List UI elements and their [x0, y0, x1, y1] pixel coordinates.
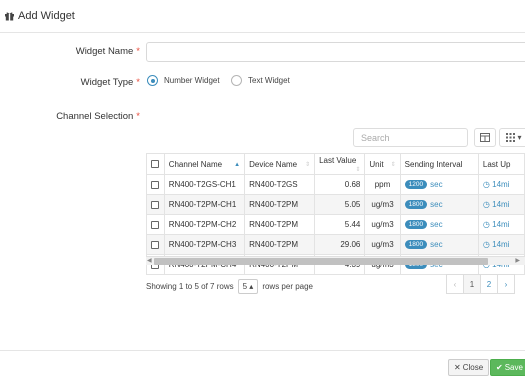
column-header-sending-interval[interactable]: Sending Interval: [399, 153, 479, 175]
channel-name-cell: RN400-T2PM-CH3: [163, 234, 246, 255]
row-checkbox[interactable]: [151, 180, 159, 189]
next-page-button[interactable]: ›: [497, 274, 515, 294]
table-row[interactable]: RN400-T2GS-CH1 RN400-T2GS 0.68 ppm 1200 sec ◷ …: [146, 174, 525, 195]
clock-icon: ◷: [482, 200, 490, 209]
interval-badge: 1800: [404, 220, 428, 230]
interval-badge: 1200: [404, 180, 428, 190]
sending-interval-cell: 1800sec: [399, 194, 479, 215]
caret-down-icon: ▾: [517, 133, 522, 142]
row-select-cell[interactable]: [146, 194, 165, 215]
row-select-cell[interactable]: [146, 234, 165, 255]
column-header-last-value[interactable]: Last Value ⇕: [314, 153, 366, 175]
page-size-dropdown[interactable]: 5 ▴: [237, 279, 259, 294]
page-2-button[interactable]: 2: [480, 274, 498, 294]
last-value-cell: 5.05: [314, 194, 366, 215]
text-widget-radio[interactable]: Text Widget: [231, 75, 290, 86]
columns-icon: [480, 133, 490, 142]
unit-cell: ppm: [364, 174, 401, 195]
close-button[interactable]: ✕ Close: [448, 359, 490, 376]
sort-asc-icon: ▲: [234, 161, 241, 168]
scroll-thumb[interactable]: [154, 258, 488, 265]
column-header-channel-name[interactable]: Channel Name ▲: [163, 153, 246, 175]
table-row[interactable]: RN400-T2PM-CH3 RN400-T2PM 29.06 ug/m3 1800 se…: [146, 234, 525, 255]
sort-icon: ⇕: [305, 161, 311, 168]
modal-footer: ✕ Close ✔ Save: [0, 350, 525, 382]
channel-selection-label: Channel Selection *: [56, 111, 140, 122]
row-select-cell[interactable]: [146, 174, 165, 195]
scroll-right-arrow-icon[interactable]: ▶: [515, 257, 520, 264]
radio-checked-icon[interactable]: [147, 75, 158, 86]
last-value-cell: 0.68: [314, 174, 366, 195]
clock-icon: ◷: [482, 220, 490, 229]
row-checkbox[interactable]: [151, 220, 159, 229]
check-icon: ✔: [496, 363, 503, 372]
grid-menu-button[interactable]: ▾: [499, 128, 525, 147]
gift-icon: [4, 11, 15, 21]
sort-icon: ⇕: [355, 166, 361, 173]
page-1-button[interactable]: 1: [463, 274, 481, 294]
close-icon: ✕: [454, 363, 461, 372]
unit-cell: ug/m3: [364, 214, 401, 235]
modal-title: Add Widget: [18, 10, 75, 22]
widget-name-input[interactable]: [146, 42, 525, 62]
table-header-row: Channel Name ▲ Device Name ⇕ Last Value ⇕ U…: [146, 153, 525, 175]
device-name-cell: RN400-T2PM: [244, 234, 316, 255]
pagination-info: Showing 1 to 5 of 7 rows 5 ▴ rows per pa…: [146, 279, 313, 294]
last-value-cell: 29.06: [314, 234, 366, 255]
last-update-cell: ◷ 14mi: [477, 194, 525, 215]
channel-name-cell: RN400-T2PM-CH2: [163, 214, 246, 235]
channel-name-cell: RN400-T2GS-CH1: [163, 174, 246, 195]
last-update-cell: ◷ 14mi: [477, 234, 525, 255]
device-name-cell: RN400-T2PM: [244, 194, 316, 215]
widget-name-label: Widget Name *: [75, 46, 140, 57]
sort-icon: ⇕: [390, 161, 396, 168]
columns-toggle-button[interactable]: [474, 128, 496, 147]
unit-cell: ug/m3: [364, 234, 401, 255]
device-name-cell: RN400-T2PM: [244, 214, 316, 235]
channel-name-cell: RN400-T2PM-CH1: [163, 194, 246, 215]
interval-badge: 1800: [404, 200, 428, 210]
scroll-left-arrow-icon[interactable]: ◀: [147, 257, 152, 264]
grid-menu-icon: [506, 133, 516, 142]
column-header-device-name[interactable]: Device Name ⇕: [244, 153, 316, 175]
last-update-cell: ◷ 14mi: [477, 214, 525, 235]
clock-icon: ◷: [482, 180, 490, 189]
row-checkbox[interactable]: [151, 240, 159, 249]
device-name-cell: RN400-T2GS: [244, 174, 316, 195]
column-header-last-update[interactable]: Last Up: [477, 153, 525, 175]
radio-unchecked-icon[interactable]: [231, 75, 242, 86]
pagination: ‹ 1 2 ›: [446, 274, 515, 294]
modal-header: Add Widget: [0, 0, 525, 33]
row-select-cell[interactable]: [146, 214, 165, 235]
sending-interval-cell: 1800sec: [399, 234, 479, 255]
widget-type-label: Widget Type *: [80, 77, 140, 88]
save-button[interactable]: ✔ Save: [490, 359, 525, 376]
row-checkbox[interactable]: [151, 200, 159, 209]
table-row[interactable]: RN400-T2PM-CH1 RN400-T2PM 5.05 ug/m3 1800 sec…: [146, 194, 525, 215]
table-search-input[interactable]: Search: [353, 128, 468, 147]
table-row[interactable]: RN400-T2PM-CH2 RN400-T2PM 5.44 ug/m3 1800 sec…: [146, 214, 525, 235]
number-widget-radio[interactable]: Number Widget: [147, 75, 220, 86]
clock-icon: ◷: [482, 240, 490, 249]
prev-page-button[interactable]: ‹: [446, 274, 464, 294]
unit-cell: ug/m3: [364, 194, 401, 215]
interval-badge: 1800: [404, 240, 428, 250]
add-widget-modal: Add Widget Widget Name * Widget Type * Num…: [0, 0, 525, 382]
last-update-cell: ◷ 14mi: [477, 174, 525, 195]
column-header-unit[interactable]: Unit ⇕: [364, 153, 401, 175]
sending-interval-cell: 1800sec: [399, 214, 479, 235]
sending-interval-cell: 1200 sec: [399, 174, 479, 195]
select-all-checkbox[interactable]: [146, 153, 165, 175]
horizontal-scrollbar[interactable]: ◀ ▶: [146, 256, 525, 265]
last-value-cell: 5.44: [314, 214, 366, 235]
